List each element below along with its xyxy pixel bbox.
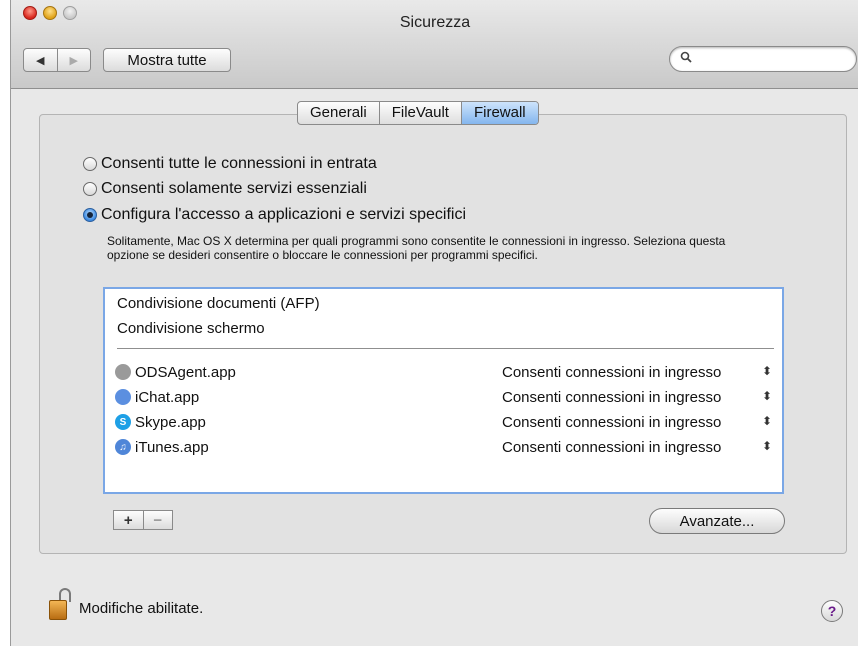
tab-firewall[interactable]: Firewall	[461, 102, 538, 124]
app-row-odsagent[interactable]: ODSAgent.app Consenti connessioni in ing…	[115, 361, 772, 383]
popup-value: Consenti connessioni in ingresso	[502, 413, 722, 431]
advanced-button[interactable]: Avanzate...	[649, 508, 785, 534]
app-name: Skype.app	[135, 413, 206, 431]
popup-arrows-icon: ⬍	[761, 413, 772, 428]
connection-popup[interactable]: Consenti connessioni in ingresso ⬍	[502, 414, 772, 431]
tab-bar: Generali FileVault Firewall	[297, 101, 539, 125]
radio-button[interactable]	[83, 182, 97, 196]
radio-label: Consenti solamente servizi essenziali	[101, 180, 367, 197]
forward-button[interactable]: ▶	[56, 49, 91, 71]
help-button[interactable]: ?	[821, 600, 843, 622]
toolbar: Sicurezza ◀ ▶ Mostra tutte	[11, 0, 858, 89]
connection-popup[interactable]: Consenti connessioni in ingresso ⬍	[502, 439, 772, 456]
add-remove-control: + −	[113, 510, 173, 530]
tab-filevault[interactable]: FileVault	[380, 102, 462, 124]
firewall-description: Solitamente, Mac OS X determina per qual…	[107, 234, 726, 262]
search-field[interactable]	[669, 46, 857, 72]
back-button[interactable]: ◀	[24, 49, 57, 71]
service-item[interactable]: Condivisione schermo	[117, 320, 265, 337]
search-input[interactable]	[698, 50, 852, 70]
window-title: Sicurezza	[399, 14, 471, 31]
app-row-ichat[interactable]: iChat.app Consenti connessioni in ingres…	[115, 386, 772, 408]
lock-body	[49, 600, 67, 620]
app-row-skype[interactable]: S Skype.app Consenti connessioni in ingr…	[115, 411, 772, 433]
radio-label: Configura l'accesso a applicazioni e ser…	[101, 206, 466, 223]
show-all-button[interactable]: Mostra tutte	[103, 48, 231, 72]
lock-icon[interactable]	[49, 588, 73, 620]
popup-arrows-icon: ⬍	[761, 438, 772, 453]
radio-label: Consenti tutte le connessioni in entrata	[101, 155, 377, 172]
skype-icon: S	[115, 414, 131, 430]
radio-specific-apps[interactable]: Configura l'accesso a applicazioni e ser…	[83, 206, 466, 224]
connection-popup[interactable]: Consenti connessioni in ingresso ⬍	[502, 389, 772, 406]
radio-button[interactable]	[83, 157, 97, 171]
app-name: iChat.app	[135, 388, 200, 406]
app-list[interactable]: Condivisione documenti (AFP) Condivision…	[103, 287, 784, 494]
popup-value: Consenti connessioni in ingresso	[502, 388, 722, 406]
radio-button-selected[interactable]	[83, 208, 97, 222]
forward-arrow-icon: ▶	[69, 54, 78, 67]
popup-arrows-icon: ⬍	[761, 388, 772, 403]
list-divider	[117, 348, 774, 349]
tab-generali[interactable]: Generali	[298, 102, 380, 124]
popup-value: Consenti connessioni in ingresso	[502, 438, 722, 456]
ichat-icon	[115, 389, 131, 405]
radio-essential-only[interactable]: Consenti solamente servizi essenziali	[83, 180, 367, 198]
popup-value: Consenti connessioni in ingresso	[502, 363, 722, 381]
odsagent-icon	[115, 364, 131, 380]
itunes-icon: ♫	[115, 439, 131, 455]
app-row-itunes[interactable]: ♫ iTunes.app Consenti connessioni in ing…	[115, 436, 772, 458]
app-name: iTunes.app	[135, 438, 209, 456]
back-forward-control: ◀ ▶	[23, 48, 91, 72]
service-item[interactable]: Condivisione documenti (AFP)	[117, 295, 320, 312]
add-button[interactable]: +	[114, 511, 143, 529]
radio-allow-all[interactable]: Consenti tutte le connessioni in entrata	[83, 155, 377, 173]
popup-arrows-icon: ⬍	[761, 363, 772, 378]
magnifier-icon	[680, 51, 692, 66]
lock-status-label: Modifiche abilitate.	[79, 600, 204, 617]
back-arrow-icon: ◀	[36, 54, 45, 67]
preferences-window: Sicurezza ◀ ▶ Mostra tutte Generali File…	[10, 0, 858, 646]
connection-popup[interactable]: Consenti connessioni in ingresso ⬍	[502, 364, 772, 381]
remove-button[interactable]: −	[142, 511, 173, 529]
app-name: ODSAgent.app	[135, 363, 236, 381]
